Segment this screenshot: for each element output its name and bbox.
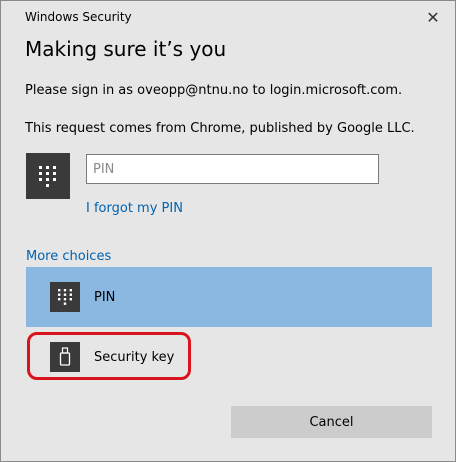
page-title: Making sure it’s you [25,37,227,61]
keypad-icon [50,282,80,312]
pin-input[interactable] [86,154,379,184]
option-label: Security key [94,349,175,365]
request-source-message: This request comes from Chrome, publishe… [25,121,415,136]
keypad-icon [26,153,70,199]
option-security-key[interactable]: Security key [26,327,432,387]
close-icon[interactable]: ✕ [419,5,447,29]
windows-security-dialog: Windows Security ✕ Making sure it’s you … [0,0,456,462]
usb-key-icon [50,342,80,372]
more-choices-link[interactable]: More choices [26,249,111,264]
window-title: Windows Security [25,10,132,24]
cancel-button[interactable]: Cancel [231,406,432,438]
option-label: PIN [94,289,116,305]
title-bar: Windows Security ✕ [1,1,455,33]
signin-message: Please sign in as oveopp@ntnu.no to logi… [25,83,403,98]
forgot-pin-link[interactable]: I forgot my PIN [86,201,183,216]
option-pin[interactable]: PIN [26,267,432,327]
